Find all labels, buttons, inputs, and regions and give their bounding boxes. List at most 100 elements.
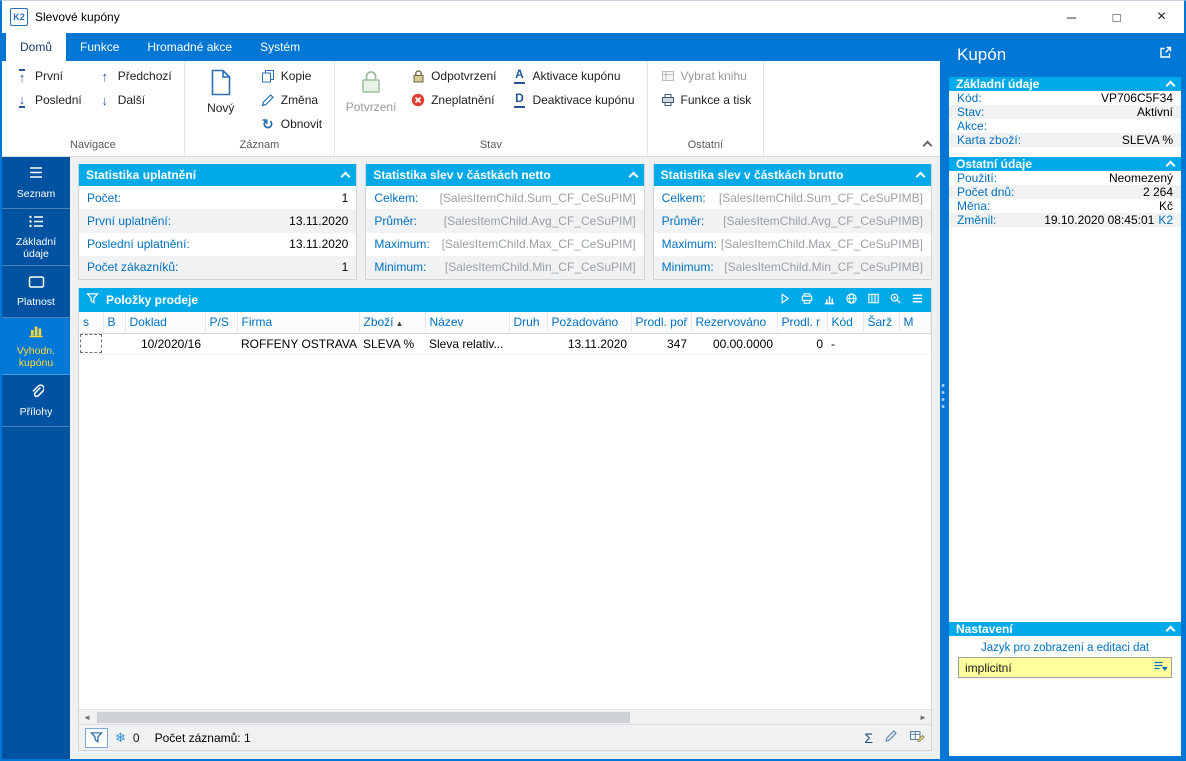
ribbon: ↑ První ↓ Poslední ↑ Předchozí ↓ Další N… <box>2 61 940 157</box>
last-record-button[interactable]: ↓ Poslední <box>9 88 87 112</box>
language-select-value: implicitní <box>965 660 1012 675</box>
panel-statistika-uplatneni: Statistika uplatnění Počet: 1 První uplat… <box>78 164 358 280</box>
copy-button[interactable]: Kopie <box>255 64 327 88</box>
dropdown-icon[interactable] <box>1153 660 1168 676</box>
column-header[interactable]: Druh <box>509 312 548 334</box>
deactivate-coupon-button[interactable]: D Deaktivace kupónu <box>506 88 639 112</box>
last-record-icon: ↓ <box>18 91 26 108</box>
panel-header[interactable]: Statistika slev v částkách brutto <box>653 164 931 186</box>
section-header[interactable]: Základní údaje <box>949 77 1181 91</box>
sidebar: Seznam Základní údaje Platnost Vyhodn. k… <box>2 157 70 759</box>
invalidate-button[interactable]: Zneplatnění <box>405 88 501 112</box>
functions-print-button[interactable]: Funkce a tisk <box>655 88 757 112</box>
maximize-button[interactable]: □ <box>1094 1 1139 33</box>
change-button[interactable]: Změna <box>255 88 327 112</box>
panel-header[interactable]: Statistika slev v částkách netto <box>366 164 644 186</box>
grid-header[interactable]: Položky prodeje <box>79 288 931 312</box>
section-header[interactable]: Nastavení <box>949 622 1181 636</box>
card-icon <box>28 275 45 292</box>
column-header[interactable]: Požadováno <box>547 312 632 334</box>
sale-items-grid: Položky prodeje s B Doklad P/S Firma Zbo… <box>78 288 932 751</box>
ribbon-group-stav: Potvrzení Odpotvrzení Zneplatnění A Akti… <box>335 61 648 156</box>
next-record-button[interactable]: ↓ Další <box>92 88 177 112</box>
app-window: K2 Slevové kupóny ─ □ × Domů Funkce Hrom… <box>0 0 1186 761</box>
scrollbar-track[interactable] <box>95 710 915 724</box>
status-bar: ❄ 0 Počet záznamů: 1 Σ <box>79 724 931 750</box>
group-label-stav: Stav <box>479 139 502 151</box>
collapse-section-icon[interactable] <box>1165 160 1176 171</box>
sort-asc-icon: ▲ <box>395 319 404 329</box>
column-header[interactable]: Rezervováno <box>691 312 778 334</box>
record-count-label: Počet záznamů: 1 <box>154 730 251 745</box>
edit-table-icon[interactable] <box>909 729 925 746</box>
menu-icon[interactable] <box>911 292 924 308</box>
first-record-button[interactable]: ↑ První <box>9 64 87 88</box>
collapse-section-icon[interactable] <box>1165 625 1176 636</box>
zoom-icon[interactable] <box>889 292 902 308</box>
column-header[interactable]: Prodl. r <box>777 312 828 334</box>
horizontal-scrollbar[interactable]: ◄ ► <box>79 709 931 724</box>
chart-icon[interactable] <box>823 292 836 308</box>
column-header-sorted[interactable]: Zboží ▲ <box>359 312 426 334</box>
cell-selector[interactable] <box>79 333 103 355</box>
minimize-button[interactable]: ─ <box>1049 1 1094 33</box>
column-header[interactable]: M <box>899 312 931 334</box>
tab-funkce[interactable]: Funkce <box>66 33 133 61</box>
new-button[interactable]: Nový <box>192 64 250 115</box>
sidebar-item-zakladni-udaje[interactable]: Základní údaje <box>2 209 70 267</box>
sidebar-item-prilohy[interactable]: Přílohy <box>2 375 70 428</box>
web-icon[interactable] <box>845 292 858 308</box>
sidebar-item-platnost[interactable]: Platnost <box>2 266 70 319</box>
window-title: Slevové kupóny <box>35 10 120 24</box>
column-header[interactable]: Doklad <box>125 312 206 334</box>
close-button[interactable]: × <box>1139 1 1184 33</box>
column-header[interactable]: P/S <box>205 312 238 334</box>
activate-icon: A <box>511 68 527 84</box>
scroll-left-icon[interactable]: ◄ <box>79 713 95 722</box>
edit-pencil-icon[interactable] <box>884 729 898 746</box>
column-header[interactable]: B <box>103 312 126 334</box>
section-header[interactable]: Ostatní údaje <box>949 157 1181 171</box>
bar-chart-icon <box>28 323 44 341</box>
filter-button[interactable] <box>85 727 108 748</box>
unconfirm-button[interactable]: Odpotvrzení <box>405 64 501 88</box>
column-header[interactable]: Název <box>425 312 510 334</box>
sidebar-item-vyhodnoceni-kuponu[interactable]: Vyhodn. kupónu <box>2 318 70 376</box>
ribbon-group-ostatni: Vybrat knihu Funkce a tisk Ostatní <box>648 61 765 156</box>
refresh-button[interactable]: ↻ Obnovit <box>255 112 327 136</box>
tab-system[interactable]: Systém <box>246 33 314 61</box>
content-area: Statistika uplatnění Počet: 1 První uplat… <box>70 157 940 759</box>
grid-title: Položky prodeje <box>106 293 199 307</box>
detail-row: Měna: Kč <box>957 199 1173 213</box>
changed-by-user: K2 <box>1158 213 1173 227</box>
collapse-panel-icon[interactable] <box>915 171 926 182</box>
column-header[interactable]: Firma <box>237 312 360 334</box>
tab-hromadne-akce[interactable]: Hromadné akce <box>133 33 246 61</box>
panel-header[interactable]: Statistika uplatnění <box>79 164 357 186</box>
column-header[interactable]: Kód <box>827 312 864 334</box>
scroll-right-icon[interactable]: ► <box>915 713 931 722</box>
run-icon[interactable] <box>778 292 791 308</box>
table-row[interactable]: 10/2020/16 ROFFENY OSTRAVA SLEVA % Sleva… <box>79 333 931 355</box>
sum-icon[interactable]: Σ <box>864 730 873 746</box>
previous-record-button[interactable]: ↑ Předchozí <box>92 64 177 88</box>
column-header[interactable]: Prodl. poř <box>631 312 692 334</box>
panel-splitter[interactable] <box>940 33 946 759</box>
print-icon[interactable] <box>800 292 814 308</box>
sidebar-item-seznam[interactable]: Seznam <box>2 157 70 209</box>
scrollbar-thumb[interactable] <box>97 712 630 723</box>
column-header[interactable]: Šarž <box>863 312 900 334</box>
collapse-panel-icon[interactable] <box>340 171 351 182</box>
collapse-panel-icon[interactable] <box>628 171 639 182</box>
column-header[interactable]: s <box>79 312 104 334</box>
stat-row: Poslední uplatnění: 13.11.2020 <box>87 237 349 252</box>
tab-domu[interactable]: Domů <box>6 33 67 61</box>
collapse-section-icon[interactable] <box>1165 80 1176 91</box>
list-icon <box>28 165 44 183</box>
group-label-navigace: Navigace <box>69 139 116 151</box>
language-select[interactable]: implicitní <box>958 657 1172 678</box>
activate-coupon-button[interactable]: A Aktivace kupónu <box>506 64 639 88</box>
snowflake-icon[interactable]: ❄ <box>115 730 126 746</box>
columns-icon[interactable] <box>867 292 880 308</box>
open-detail-icon[interactable] <box>1158 45 1173 65</box>
